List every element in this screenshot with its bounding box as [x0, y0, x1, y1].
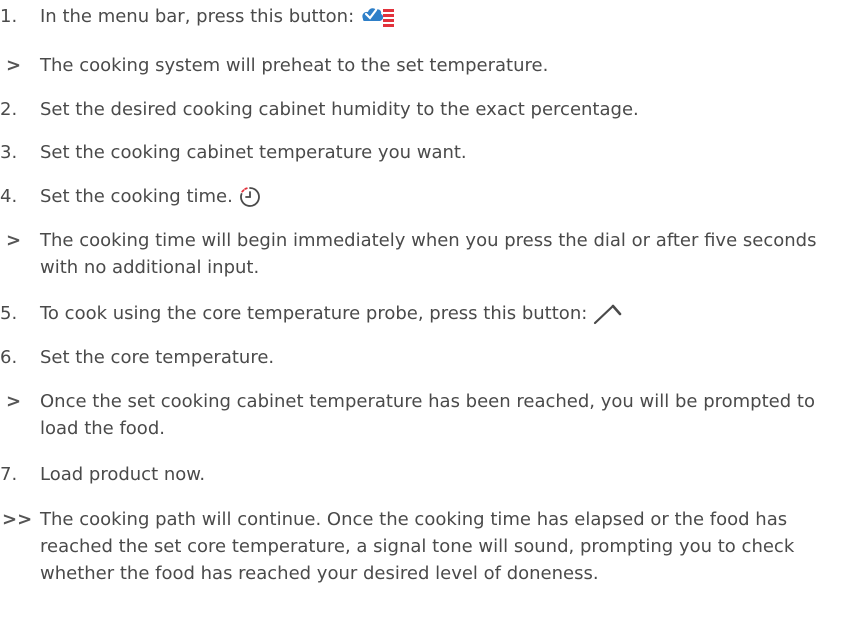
step-number: 4.: [0, 186, 18, 207]
step-number: 3.: [0, 142, 18, 163]
step-text: Set the cooking time.: [40, 183, 852, 210]
step-text: Set the desired cooking cabinet humidity…: [40, 99, 639, 120]
step-text-label: To cook using the core temperature probe…: [40, 303, 588, 324]
result-text: Once the set cooking cabinet temperature…: [40, 391, 815, 439]
step-text-label: Set the cooking time.: [40, 186, 233, 207]
step-number: 2.: [0, 99, 18, 120]
humidity-steam-icon: [360, 5, 396, 29]
step-number: 7.: [0, 464, 18, 485]
result-text: The cooking system will preheat to the s…: [40, 55, 549, 76]
step-text: In the menu bar, press this button:: [40, 3, 852, 30]
step-text: Set the cooking cabinet temperature you …: [40, 142, 467, 163]
step-number: 5.: [0, 303, 18, 324]
step-number: 6.: [0, 347, 18, 368]
step-number: 1.: [0, 6, 18, 27]
timer-icon: [239, 186, 261, 208]
step-text-label: In the menu bar, press this button:: [40, 6, 355, 27]
step-text: To cook using the core temperature probe…: [40, 300, 852, 327]
step-text: Load product now.: [40, 464, 206, 485]
core-probe-icon: [593, 303, 623, 325]
result-text: The cooking time will begin immediately …: [40, 230, 817, 278]
result-marker: >>: [2, 509, 33, 530]
result-text: The cooking path will continue. Once the…: [40, 509, 795, 584]
step-text: Set the core temperature.: [40, 347, 275, 368]
